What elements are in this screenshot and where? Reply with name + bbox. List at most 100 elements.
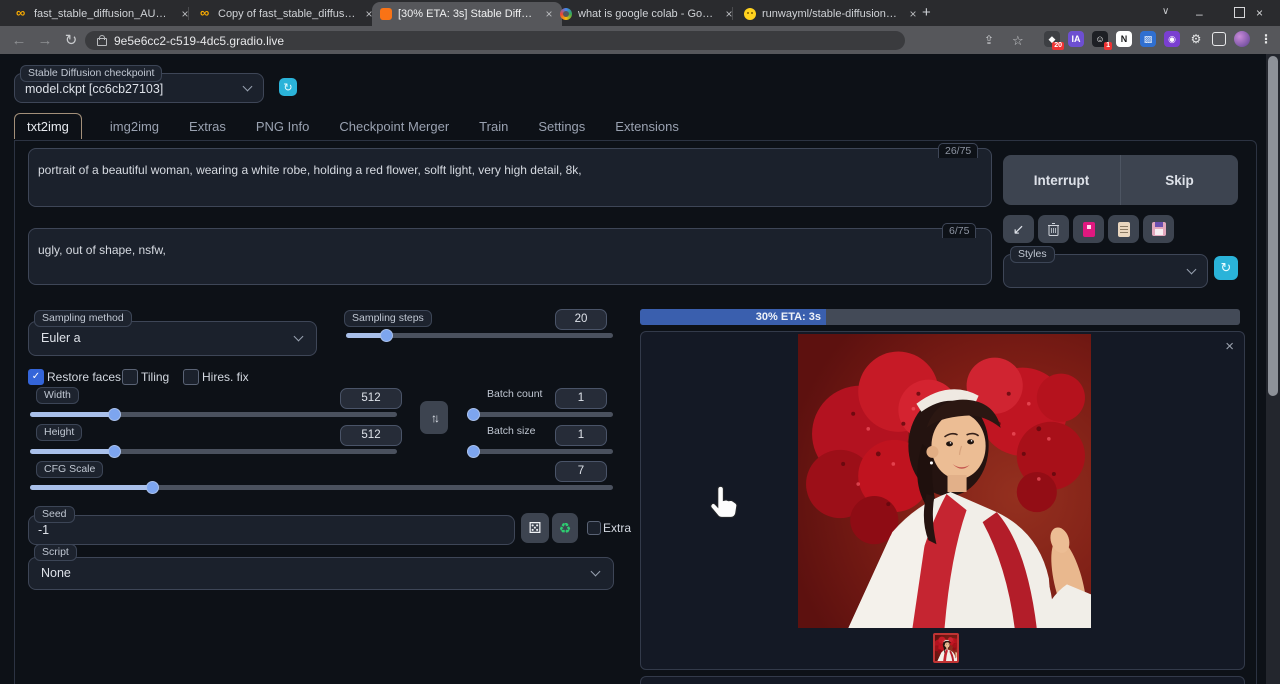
close-gallery-icon[interactable]: ×: [1225, 338, 1234, 355]
back-icon[interactable]: ←: [6, 32, 32, 49]
tab-txt2img[interactable]: txt2img: [14, 113, 82, 139]
seed-input[interactable]: -1: [28, 515, 515, 545]
browser-tab-colab-1[interactable]: ∞ fast_stable_diffusion_AUTOMA ×: [8, 2, 198, 26]
tab-png-info[interactable]: PNG Info: [254, 114, 311, 139]
chevron-down-icon: [1187, 265, 1197, 275]
slider-knob[interactable]: [467, 408, 480, 421]
extra-seed-checkbox[interactable]: [587, 521, 601, 535]
extension-label: IA: [1072, 34, 1081, 44]
tab-train[interactable]: Train: [477, 114, 510, 139]
browser-tab-title: fast_stable_diffusion_AUTOMA: [34, 8, 172, 20]
screen: ∞ fast_stable_diffusion_AUTOMA × ∞ Copy …: [0, 0, 1280, 684]
tab-settings[interactable]: Settings: [536, 114, 587, 139]
close-tab-icon[interactable]: ×: [722, 7, 736, 21]
reuse-seed-button[interactable]: ♻: [552, 513, 578, 543]
gradio-page: Stable Diffusion checkpoint model.ckpt […: [0, 54, 1280, 684]
tab-checkpoint-merger[interactable]: Checkpoint Merger: [337, 114, 451, 139]
cfg-scale-value[interactable]: 7: [555, 461, 607, 482]
forward-icon[interactable]: →: [32, 32, 58, 49]
sampling-method-value: Euler a: [41, 331, 81, 345]
width-value[interactable]: 512: [340, 388, 402, 409]
dice-icon: ⚄: [528, 519, 541, 537]
hires-fix-checkbox[interactable]: [183, 369, 199, 385]
browser-tab-google-search[interactable]: what is google colab - Googl ×: [552, 2, 742, 26]
slider-knob[interactable]: [467, 445, 480, 458]
hires-fix-label: Hires. fix: [202, 370, 249, 384]
save-style-button[interactable]: [1143, 215, 1174, 243]
gradio-icon: [380, 8, 392, 20]
negative-prompt-textarea[interactable]: ugly, out of shape, nsfw,: [28, 228, 992, 285]
slider-fill: [30, 485, 152, 490]
close-tab-icon[interactable]: ×: [906, 7, 920, 21]
negative-prompt-text: ugly, out of shape, nsfw,: [38, 243, 978, 258]
share-icon[interactable]: ⇪: [984, 33, 994, 47]
address-bar[interactable]: 9e5e6cc2-c519-4dc5.gradio.live: [85, 31, 905, 50]
sidebar-extension-icon[interactable]: [1212, 32, 1226, 46]
cfg-scale-label: CFG Scale: [36, 461, 103, 478]
reload-icon[interactable]: ↻: [58, 31, 84, 49]
interrupt-skip-group: Interrupt Skip: [1003, 155, 1238, 205]
window-minimize-button[interactable]: –: [1196, 5, 1203, 23]
seed-label: Seed: [34, 506, 75, 523]
url-text: 9e5e6cc2-c519-4dc5.gradio.live: [114, 34, 284, 48]
batch-count-value[interactable]: 1: [555, 388, 607, 409]
sampling-steps-value[interactable]: 20: [555, 309, 607, 330]
tab-img2img[interactable]: img2img: [108, 114, 161, 139]
prompt-text: portrait of a beautiful woman, wearing a…: [38, 163, 978, 178]
blue-extension-icon[interactable]: ▨: [1140, 31, 1156, 47]
clear-prompt-button[interactable]: [1038, 215, 1069, 243]
window-maximize-button[interactable]: [1234, 7, 1245, 18]
tab-extensions[interactable]: Extensions: [613, 114, 681, 139]
generated-image[interactable]: [798, 334, 1091, 628]
height-slider[interactable]: [30, 449, 397, 454]
scrollbar-track[interactable]: [1266, 54, 1280, 684]
browser-tab-title: [30% ETA: 3s] Stable Diffusion: [398, 8, 536, 20]
interrupt-button[interactable]: Interrupt: [1003, 173, 1120, 188]
width-slider[interactable]: [30, 412, 397, 417]
height-value[interactable]: 512: [340, 425, 402, 446]
prompt-textarea[interactable]: portrait of a beautiful woman, wearing a…: [28, 148, 992, 207]
notion-extension-icon[interactable]: N: [1116, 31, 1132, 47]
tab-extras[interactable]: Extras: [187, 114, 228, 139]
browser-menu-icon[interactable]: ⋮: [1258, 31, 1274, 47]
download-extension-icon[interactable]: ◆20: [1044, 31, 1060, 47]
tab-search-chevron-icon[interactable]: ∨: [1162, 6, 1169, 17]
browser-tab-huggingface[interactable]: runwayml/stable-diffusion-v1 ×: [736, 2, 926, 26]
browser-tab-colab-2[interactable]: ∞ Copy of fast_stable_diffusion ×: [192, 2, 382, 26]
google-icon: [560, 8, 572, 20]
refresh-styles-button[interactable]: ↻: [1214, 256, 1238, 280]
new-tab-button[interactable]: +: [922, 4, 931, 21]
window-close-button[interactable]: ×: [1256, 4, 1263, 22]
batch-count-slider[interactable]: [467, 412, 613, 417]
style-card-button[interactable]: [1073, 215, 1104, 243]
batch-size-slider[interactable]: [467, 449, 613, 454]
apply-style-button[interactable]: [1108, 215, 1139, 243]
tiling-checkbox[interactable]: [122, 369, 138, 385]
paste-params-button[interactable]: ↙: [1003, 215, 1034, 243]
close-tab-icon[interactable]: ×: [178, 7, 192, 21]
skip-button[interactable]: Skip: [1121, 173, 1238, 188]
sampling-steps-slider[interactable]: [346, 333, 613, 338]
batch-size-value[interactable]: 1: [555, 425, 607, 446]
main-tabs: txt2img img2img Extras PNG Info Checkpoi…: [14, 113, 681, 139]
slider-knob[interactable]: [380, 329, 393, 342]
dark-extension-icon[interactable]: ☺1: [1092, 31, 1108, 47]
batch-size-label: Batch size: [480, 424, 542, 439]
scrollbar-thumb[interactable]: [1268, 56, 1278, 396]
refresh-checkpoints-button[interactable]: ↻: [279, 78, 297, 96]
swap-dimensions-button[interactable]: ↑↓: [420, 401, 448, 434]
lock-icon: [97, 38, 107, 46]
browser-tab-stable-diffusion[interactable]: [30% ETA: 3s] Stable Diffusion ×: [372, 2, 562, 26]
gallery-thumbnail[interactable]: [933, 633, 959, 663]
ia-extension-icon[interactable]: IA: [1068, 31, 1084, 47]
purple-extension-icon[interactable]: ◉: [1164, 31, 1180, 47]
extensions-puzzle-icon[interactable]: ⚙: [1188, 31, 1204, 47]
height-label: Height: [36, 424, 82, 441]
bookmark-star-icon[interactable]: ☆: [1012, 33, 1024, 49]
random-seed-button[interactable]: ⚄: [521, 513, 549, 543]
cfg-scale-slider[interactable]: [30, 485, 613, 490]
script-dropdown[interactable]: None: [28, 557, 614, 590]
restore-faces-checkbox[interactable]: ✓: [28, 369, 44, 385]
script-label: Script: [34, 544, 77, 561]
profile-avatar[interactable]: [1234, 31, 1250, 47]
